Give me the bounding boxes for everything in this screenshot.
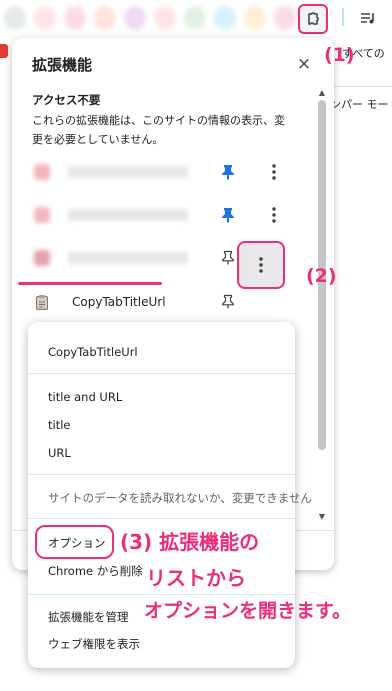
- menu-item-url[interactable]: URL: [48, 446, 71, 460]
- menu-item-manage-extensions[interactable]: 拡張機能を管理: [48, 609, 129, 625]
- menu-item-title-and-url[interactable]: title and URL: [48, 390, 122, 404]
- pin-outline-icon[interactable]: [218, 292, 238, 312]
- pin-filled-icon[interactable]: [218, 205, 238, 225]
- background-text-mid: ンパー モー: [330, 98, 389, 111]
- blurred-extension-name: [68, 166, 188, 178]
- annotation-step-3-line-2: リストから: [146, 566, 246, 590]
- section-description: これらの拡張機能は、このサイトの情報の表示、変更を必要としていません。: [32, 114, 285, 146]
- menu-divider: [28, 373, 295, 374]
- menu-header[interactable]: CopyTabTitleUrl: [48, 345, 138, 359]
- scroll-up-icon[interactable]: ▲: [316, 88, 328, 97]
- blurred-extension-name: [68, 252, 188, 264]
- reading-list-button[interactable]: [356, 6, 380, 30]
- menu-item-view-permissions[interactable]: ウェブ権限を表示: [48, 636, 140, 652]
- menu-divider: [28, 594, 295, 595]
- background-red-marker: [0, 44, 8, 58]
- background-rule: [330, 86, 392, 87]
- close-button[interactable]: ×: [294, 54, 314, 74]
- menu-site-access-note: サイトのデータを読み取れないか、変更できません: [48, 491, 312, 505]
- browser-toolbar: [0, 0, 392, 36]
- section-title: アクセス不要: [32, 93, 101, 107]
- more-options-icon[interactable]: [262, 203, 286, 227]
- annotation-step-2: (2): [306, 265, 337, 287]
- annotation-step-1: (1): [324, 44, 355, 66]
- more-options-button-active[interactable]: [237, 241, 285, 289]
- more-options-icon[interactable]: [262, 160, 286, 184]
- pin-outline-icon[interactable]: [218, 248, 238, 268]
- panel-scrollbar[interactable]: ▲ ▼: [316, 88, 328, 524]
- puzzle-icon: [308, 12, 319, 25]
- menu-item-options[interactable]: オプション: [48, 535, 106, 551]
- extension-favicon: [34, 250, 50, 266]
- menu-divider: [28, 518, 295, 519]
- extension-name: CopyTabTitleUrl: [72, 295, 166, 309]
- menu-item-title[interactable]: title: [48, 418, 70, 432]
- blurred-extension-name: [68, 209, 188, 221]
- panel-title: 拡張機能: [32, 56, 93, 74]
- clipboard-icon: [34, 294, 50, 310]
- menu-item-remove[interactable]: Chrome から削除: [48, 563, 143, 579]
- extension-favicon: [34, 164, 50, 180]
- menu-divider: [28, 474, 295, 475]
- pin-filled-icon[interactable]: [218, 162, 238, 182]
- playlist-icon: [361, 13, 374, 24]
- extension-underline-highlight: [18, 282, 162, 285]
- annotation-step-3-line-1: (3) 拡張機能の: [120, 530, 260, 554]
- scroll-down-icon[interactable]: ▼: [316, 512, 328, 521]
- extension-favicon: [34, 207, 50, 223]
- extensions-button[interactable]: [298, 4, 328, 34]
- blurred-toolbar-icons: [0, 4, 296, 32]
- toolbar-divider: [342, 8, 344, 26]
- annotation-step-3-line-3: オプションを開きます。: [144, 600, 352, 622]
- extension-row-blurred[interactable]: [12, 152, 312, 192]
- more-options-icon: [259, 257, 263, 273]
- extension-row-blurred[interactable]: [12, 195, 312, 235]
